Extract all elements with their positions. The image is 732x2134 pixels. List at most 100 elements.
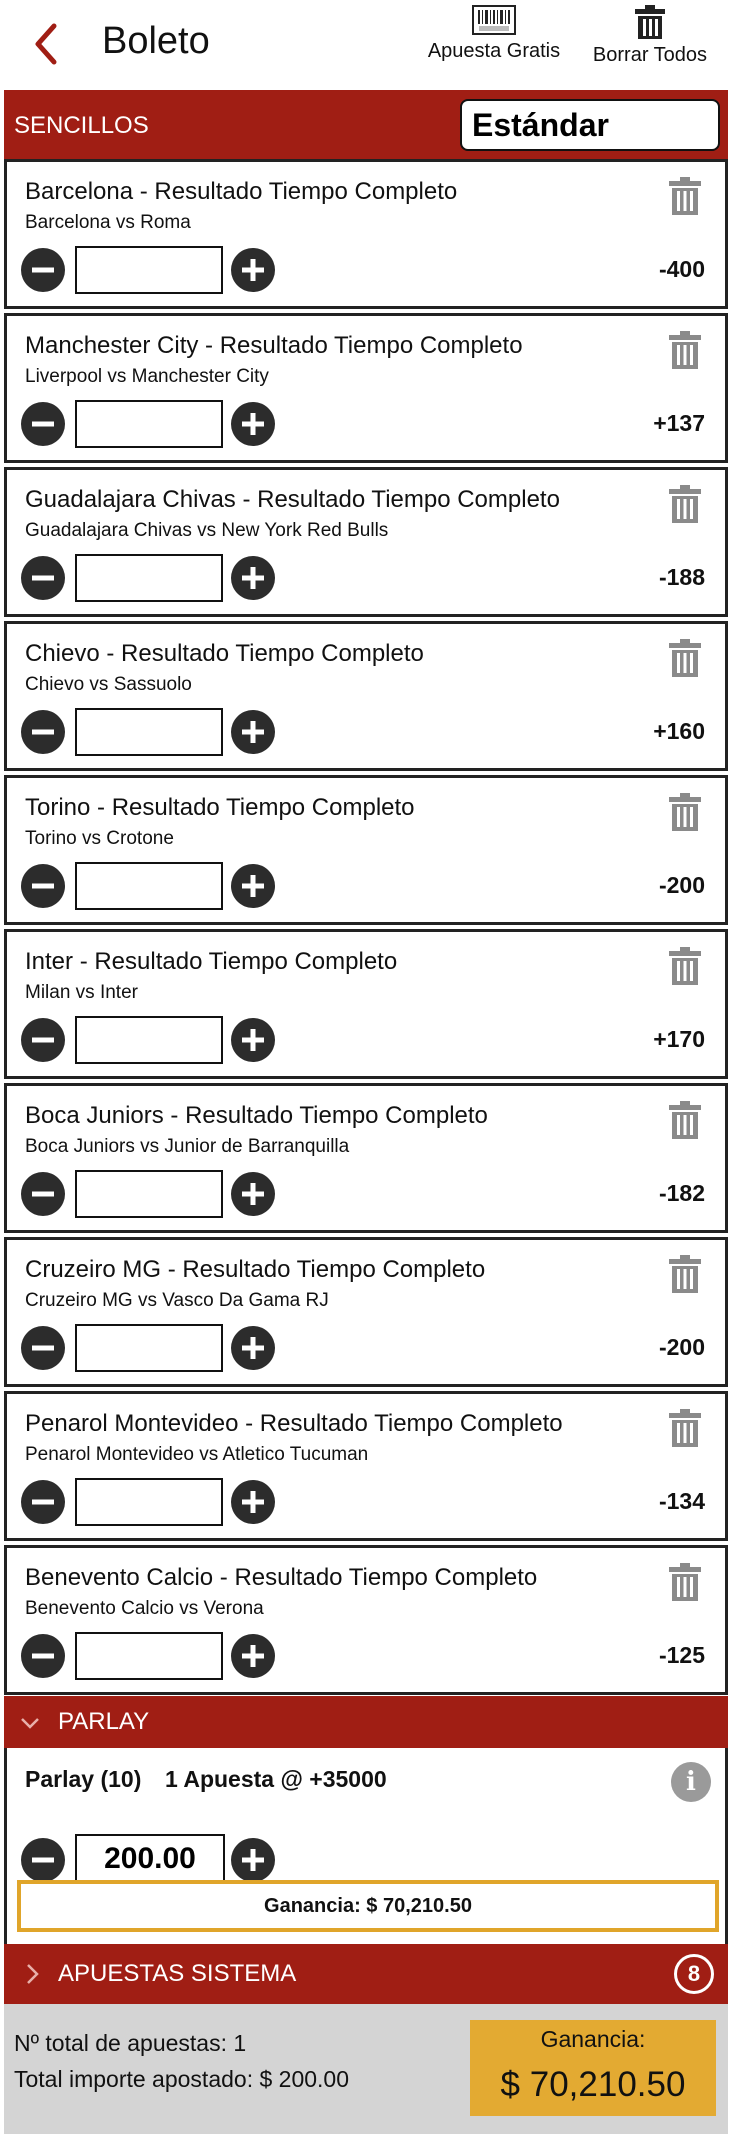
bet-match: Torino vs Crotone	[25, 828, 174, 849]
bet-title: Inter - Resultado Tiempo Completo	[25, 948, 398, 975]
bet-card: Torino - Resultado Tiempo Completo Torino…	[4, 775, 728, 925]
singles-section-header: SENCILLOS Estándar	[4, 90, 728, 162]
increase-stake-button[interactable]	[231, 1172, 275, 1216]
bet-mode-select[interactable]: Estándar	[460, 99, 720, 151]
bet-match: Boca Juniors vs Junior de Barranquilla	[25, 1136, 350, 1157]
stake-input[interactable]	[75, 1170, 223, 1218]
stake-input[interactable]	[75, 554, 223, 602]
singles-title: SENCILLOS	[14, 112, 149, 139]
back-chevron-icon[interactable]	[26, 16, 66, 72]
trash-icon[interactable]	[667, 176, 703, 216]
decrease-stake-button[interactable]	[21, 1018, 65, 1062]
decrease-stake-button[interactable]	[21, 1326, 65, 1370]
plus-icon	[242, 1029, 264, 1051]
minus-icon	[32, 575, 54, 581]
stake-input[interactable]	[75, 1324, 223, 1372]
bet-card: Chievo - Resultado Tiempo Completo Chievo…	[4, 621, 728, 771]
stake-input[interactable]	[75, 708, 223, 756]
increase-stake-button[interactable]	[231, 1018, 275, 1062]
trash-icon[interactable]	[667, 1562, 703, 1602]
info-icon[interactable]: i	[671, 1762, 711, 1802]
decrease-stake-button[interactable]	[21, 556, 65, 600]
bet-odds: +160	[653, 718, 705, 744]
bet-odds: -200	[658, 1334, 705, 1360]
system-bets-section-header[interactable]: APUESTAS SISTEMA 8	[4, 1944, 728, 2004]
minus-icon	[32, 729, 54, 735]
plus-icon	[242, 413, 264, 435]
increase-stake-button[interactable]	[231, 864, 275, 908]
bet-card: Penarol Montevideo - Resultado Tiempo Co…	[4, 1391, 728, 1541]
bet-odds: -400	[658, 256, 705, 282]
trash-icon[interactable]	[667, 638, 703, 678]
increase-stake-button[interactable]	[231, 1480, 275, 1524]
bet-match: Liverpool vs Manchester City	[25, 366, 269, 387]
bet-match: Cruzeiro MG vs Vasco Da Gama RJ	[25, 1290, 329, 1311]
trash-icon[interactable]	[667, 1408, 703, 1448]
bet-title: Manchester City - Resultado Tiempo Compl…	[25, 332, 523, 359]
plus-icon	[242, 875, 264, 897]
decrease-stake-button[interactable]	[21, 1480, 65, 1524]
parlay-summary: 1 Apuesta @ +35000	[165, 1766, 387, 1792]
total-winnings-value: $ 70,210.50	[500, 2065, 686, 2104]
decrease-stake-button[interactable]	[21, 402, 65, 446]
free-bet-button[interactable]: Apuesta Gratis	[424, 4, 564, 63]
bet-match: Milan vs Inter	[25, 982, 138, 1003]
minus-icon	[32, 267, 54, 273]
trash-icon[interactable]	[667, 946, 703, 986]
trash-icon[interactable]	[667, 792, 703, 832]
system-bets-count-badge: 8	[674, 1954, 714, 1994]
bet-card: Benevento Calcio - Resultado Tiempo Comp…	[4, 1545, 728, 1695]
stake-input[interactable]	[75, 1016, 223, 1064]
increase-stake-button[interactable]	[231, 402, 275, 446]
increase-stake-button[interactable]	[231, 710, 275, 754]
total-amount-text: Total importe apostado: $ 200.00	[14, 2066, 350, 2092]
minus-icon	[32, 1345, 54, 1351]
parlay-stake-input[interactable]	[75, 1834, 225, 1884]
minus-icon	[32, 1037, 54, 1043]
total-bets-text: Nº total de apuestas: 1	[14, 2030, 247, 2056]
bet-odds: -182	[658, 1180, 705, 1206]
bet-title: Cruzeiro MG - Resultado Tiempo Completo	[25, 1256, 486, 1283]
decrease-stake-button[interactable]	[21, 864, 65, 908]
increase-stake-button[interactable]	[231, 1838, 275, 1882]
parlay-label: Parlay (10)	[25, 1766, 142, 1792]
bet-card: Manchester City - Resultado Tiempo Compl…	[4, 313, 728, 463]
bet-odds: -200	[658, 872, 705, 898]
plus-icon	[242, 567, 264, 589]
stake-input[interactable]	[75, 862, 223, 910]
total-winnings-box: Ganancia: $ 70,210.50	[470, 2020, 716, 2116]
minus-icon	[32, 1653, 54, 1659]
increase-stake-button[interactable]	[231, 556, 275, 600]
bet-title: Chievo - Resultado Tiempo Completo	[25, 640, 424, 667]
parlay-section-header[interactable]: PARLAY	[4, 1696, 728, 1748]
bet-title: Penarol Montevideo - Resultado Tiempo Co…	[25, 1410, 563, 1437]
plus-icon	[242, 1183, 264, 1205]
trash-icon[interactable]	[667, 484, 703, 524]
clear-all-button[interactable]: Borrar Todos	[590, 4, 710, 67]
stake-input[interactable]	[75, 1632, 223, 1680]
bet-card: Boca Juniors - Resultado Tiempo Completo…	[4, 1083, 728, 1233]
stake-input[interactable]	[75, 1478, 223, 1526]
increase-stake-button[interactable]	[231, 248, 275, 292]
trash-icon[interactable]	[667, 330, 703, 370]
minus-icon	[32, 1191, 54, 1197]
trash-icon	[635, 5, 665, 39]
stake-input[interactable]	[75, 400, 223, 448]
decrease-stake-button[interactable]	[21, 710, 65, 754]
bet-odds: +137	[653, 410, 705, 436]
decrease-stake-button[interactable]	[21, 1172, 65, 1216]
decrease-stake-button[interactable]	[21, 1838, 65, 1882]
decrease-stake-button[interactable]	[21, 248, 65, 292]
trash-icon[interactable]	[667, 1254, 703, 1294]
parlay-winnings: Ganancia: $ 70,210.50	[17, 1880, 719, 1932]
bet-odds: +170	[653, 1026, 705, 1052]
bet-title: Benevento Calcio - Resultado Tiempo Comp…	[25, 1564, 538, 1591]
header: Boleto Apuesta Gratis Borrar Todos	[0, 0, 732, 90]
trash-icon[interactable]	[667, 1100, 703, 1140]
footer-summary: Nº total de apuestas: 1 Total importe ap…	[4, 2004, 728, 2134]
bet-match: Penarol Montevideo vs Atletico Tucuman	[25, 1444, 369, 1465]
stake-input[interactable]	[75, 246, 223, 294]
increase-stake-button[interactable]	[231, 1634, 275, 1678]
decrease-stake-button[interactable]	[21, 1634, 65, 1678]
increase-stake-button[interactable]	[231, 1326, 275, 1370]
